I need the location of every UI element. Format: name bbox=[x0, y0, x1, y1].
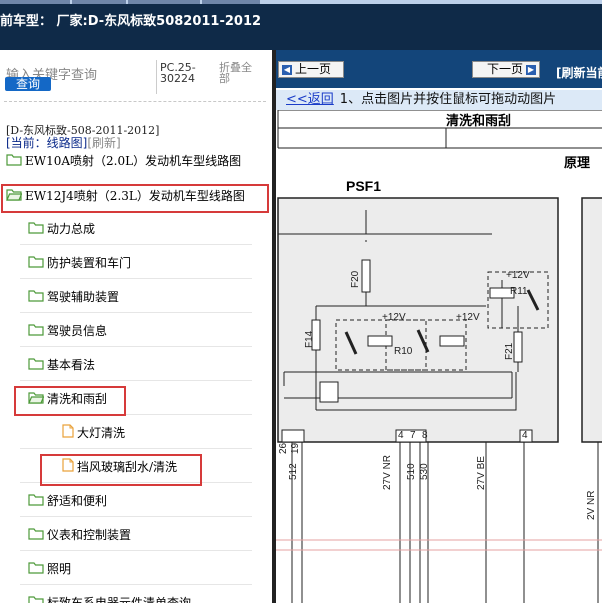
search-button[interactable]: 查询 bbox=[5, 77, 51, 91]
fuse-label: F14 bbox=[304, 330, 315, 348]
diagram-lines bbox=[276, 110, 602, 603]
folder-icon bbox=[28, 355, 44, 374]
pin-number: 8 bbox=[422, 430, 428, 441]
current-label: [当前：线路图][刷新] bbox=[6, 134, 121, 151]
prev-page-button[interactable]: ◀ 上一页 bbox=[278, 61, 344, 78]
page-header: 前车型： 厂家:D-东风标致5082011-2012 bbox=[0, 4, 602, 50]
tree-item[interactable]: 基本看法 bbox=[28, 354, 95, 374]
tree-item-label: 动力总成 bbox=[47, 221, 96, 236]
wire-label: 27V NR bbox=[382, 454, 393, 490]
supply-label: +12V bbox=[382, 312, 406, 323]
tree-separator bbox=[20, 244, 252, 245]
tree-item[interactable]: 舒适和便利 bbox=[28, 490, 107, 510]
wire-label: 530 bbox=[419, 463, 430, 480]
vehicle-title: 前车型： 厂家:D-东风标致5082011-2012 bbox=[0, 14, 262, 29]
folder-icon bbox=[28, 559, 44, 578]
tree-item[interactable]: 仪表和控制装置 bbox=[28, 524, 131, 544]
pin-number: 4 bbox=[398, 430, 404, 441]
pin-number: 26 bbox=[278, 442, 289, 454]
highlight-box bbox=[1, 184, 269, 213]
tree-item[interactable]: 驾驶员信息 bbox=[28, 320, 107, 340]
tree-sidebar: 输入关键字查询 查询 PC.25-30224 折叠全部 [D-东风标致-508-… bbox=[0, 50, 272, 603]
folder-icon bbox=[28, 321, 44, 340]
tree-item-label: 驾驶辅助装置 bbox=[47, 289, 120, 304]
next-page-button[interactable]: 下一页 ▶ bbox=[472, 61, 540, 78]
folder-icon bbox=[6, 151, 22, 170]
instruction-text: 1、点击图片并按住鼠标可拖动动图片 bbox=[339, 92, 557, 107]
back-link[interactable]: <<返回 bbox=[286, 92, 334, 107]
tree-item[interactable]: 照明 bbox=[28, 558, 71, 578]
tree-item-label: 标致车系电器元件清单查询 bbox=[47, 595, 192, 603]
tree-separator bbox=[20, 448, 252, 449]
folder-icon bbox=[28, 253, 44, 272]
highlight-box bbox=[40, 454, 202, 486]
tree-item-label: 仪表和控制装置 bbox=[47, 527, 132, 542]
fuse-label: F21 bbox=[504, 342, 515, 360]
tree-separator bbox=[20, 380, 252, 381]
tree-item[interactable]: 动力总成 bbox=[28, 218, 95, 238]
diagram-title: 清洗和雨刮 bbox=[446, 114, 512, 129]
current-prefix: [当前：线路图] bbox=[6, 136, 88, 150]
refresh-current-link[interactable]: [刷新当前 bbox=[556, 64, 602, 81]
pc-code: PC.25-30224 bbox=[160, 61, 196, 85]
viewer-toolbar: ◀上一页 下一页▶ [刷新当前 bbox=[276, 50, 602, 88]
folder-icon bbox=[28, 525, 44, 544]
divider bbox=[4, 101, 266, 102]
supply-label: +12V bbox=[456, 312, 480, 323]
fold-all-link[interactable]: 折叠全部 bbox=[219, 62, 259, 84]
highlight-box bbox=[14, 386, 126, 416]
arrow-right-icon: ▶ bbox=[526, 64, 536, 75]
wire-label: 2V NR bbox=[586, 490, 597, 520]
tree-item-label: 大灯清洗 bbox=[77, 425, 126, 440]
tree-item-label: 基本看法 bbox=[47, 357, 96, 372]
next-page-label: 下一页 bbox=[486, 62, 523, 76]
fuse-label: F20 bbox=[350, 270, 361, 288]
folder-icon bbox=[28, 219, 44, 238]
arrow-left-icon: ◀ bbox=[282, 64, 292, 75]
tree-separator bbox=[20, 550, 252, 551]
relay-label: R10 bbox=[394, 346, 413, 357]
tree-separator bbox=[20, 312, 252, 313]
tree-separator bbox=[20, 584, 252, 585]
pin-number: 19 bbox=[290, 442, 301, 454]
file-icon bbox=[62, 423, 74, 442]
tree-item-label: EW10A喷射（2.0L）发动机车型线路图 bbox=[25, 153, 242, 168]
diagram-principle: 原理 bbox=[564, 156, 591, 171]
back-row: <<返回 1、点击图片并按住鼠标可拖动动图片 bbox=[276, 90, 602, 110]
folder-icon bbox=[28, 593, 44, 603]
tree-item-label: 照明 bbox=[47, 561, 72, 576]
supply-label: +12V bbox=[506, 270, 530, 281]
tree-item[interactable]: 驾驶辅助装置 bbox=[28, 286, 119, 306]
wire-label: 512 bbox=[288, 463, 299, 480]
pin-number: 7 bbox=[410, 430, 416, 441]
tree-separator bbox=[20, 278, 252, 279]
tree-separator bbox=[20, 516, 252, 517]
prev-page-label: 上一页 bbox=[295, 62, 332, 76]
tree-item-label: 驾驶员信息 bbox=[47, 323, 108, 338]
tree-item[interactable]: EW10A喷射（2.0L）发动机车型线路图 bbox=[6, 150, 241, 170]
tree-item-label: 防护装置和车门 bbox=[47, 255, 132, 270]
tree-separator bbox=[20, 346, 252, 347]
wiring-diagram[interactable]: 清洗和雨刮 原理 PSF1 F20 F14 F21 R10 R11 +12V +… bbox=[276, 110, 602, 603]
diagram-viewer: ◀上一页 下一页▶ [刷新当前 <<返回 1、点击图片并按住鼠标可拖动动图片 bbox=[276, 50, 602, 603]
folder-icon bbox=[28, 491, 44, 510]
wire-label: 510 bbox=[406, 463, 417, 480]
wire-label: 27V BE bbox=[476, 456, 487, 490]
pin-number: 4 bbox=[522, 430, 528, 441]
tree-item[interactable]: 大灯清洗 bbox=[62, 422, 125, 442]
relay-label: R11 bbox=[510, 286, 528, 297]
box-label: PSF1 bbox=[346, 178, 382, 194]
refresh-link[interactable]: [刷新] bbox=[87, 136, 120, 150]
tree-item-label: 舒适和便利 bbox=[47, 493, 108, 508]
folder-icon bbox=[28, 287, 44, 306]
tree-item[interactable]: 标致车系电器元件清单查询 bbox=[28, 592, 191, 603]
divider bbox=[156, 60, 157, 94]
tree-item[interactable]: 防护装置和车门 bbox=[28, 252, 131, 272]
